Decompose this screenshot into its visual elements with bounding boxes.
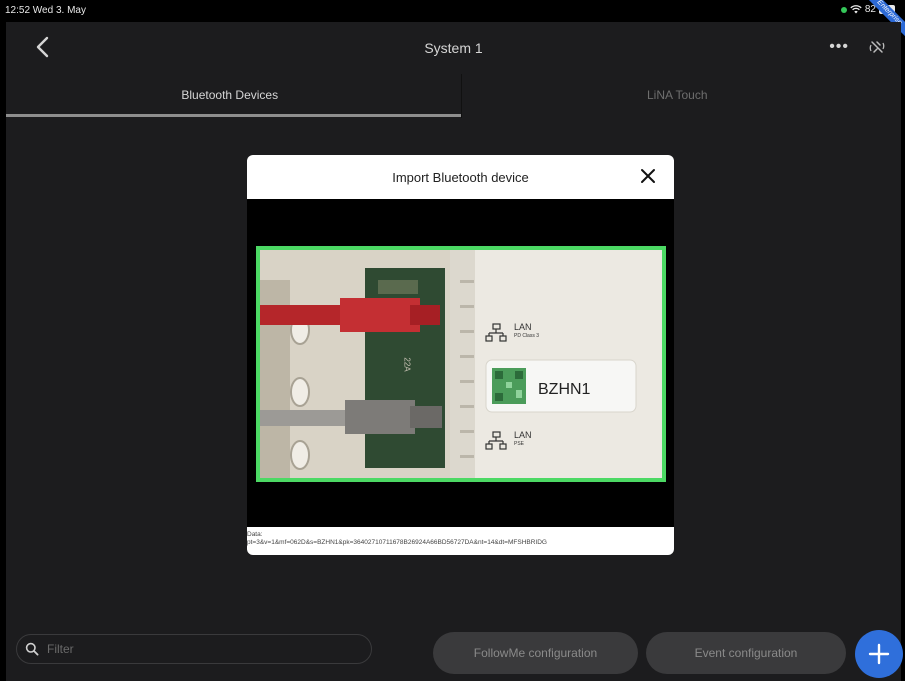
add-device-button[interactable]: [855, 630, 903, 678]
search-icon: [25, 642, 39, 656]
tab-divider: [461, 74, 462, 118]
filter-input[interactable]: [47, 635, 357, 663]
import-bluetooth-dialog: Import Bluetooth device BZHN1 LAN PD Cla…: [247, 155, 674, 555]
tab-bluetooth-devices[interactable]: Bluetooth Devices: [6, 74, 454, 118]
screen: 12:52 Wed 3. May 82 Enterprise System 1 …: [0, 0, 905, 681]
lan-port-label-bottom: LAN: [514, 430, 532, 440]
active-tab-indicator: [6, 114, 461, 117]
bottom-toolbar: FollowMe configuration Event configurati…: [6, 617, 903, 681]
status-bar: 12:52 Wed 3. May 82 Enterprise: [0, 0, 905, 38]
scan-data-text: Data: pt=3&v=1&mf=062D&s=BZHN1&pk=364027…: [247, 527, 674, 555]
dialog-title: Import Bluetooth device: [392, 170, 529, 185]
status-time: 12:52 Wed 3. May: [5, 5, 86, 16]
close-icon[interactable]: [640, 168, 656, 184]
page-title: System 1: [424, 40, 483, 56]
camera-preview: BZHN1 LAN PD Class 3 LAN PSE 22A: [247, 199, 674, 527]
status-dot-icon: [840, 6, 847, 13]
scan-data-value: pt=3&v=1&mf=062D&s=BZHN1&pk=364027107116…: [247, 539, 547, 546]
device-label-text: BZHN1: [538, 381, 591, 398]
board-marking: 22A: [402, 357, 412, 372]
filter-field: [16, 634, 372, 664]
navigation-bar: System 1 •••: [6, 22, 901, 74]
lan-port-label-top: LAN: [514, 322, 532, 332]
wifi-icon: [850, 5, 862, 14]
tab-lina-touch[interactable]: LiNA Touch: [454, 74, 902, 118]
followme-configuration-button[interactable]: FollowMe configuration: [433, 632, 638, 674]
camera-image: [260, 250, 662, 478]
scan-data-label: Data:: [247, 531, 263, 538]
tab-bar: Bluetooth Devices LiNA Touch: [6, 74, 901, 118]
lan-port-sublabel-bottom: PSE: [514, 441, 525, 447]
bluetooth-off-icon[interactable]: [869, 38, 885, 56]
lan-port-sublabel-top: PD Class 3: [514, 333, 540, 339]
dialog-header: Import Bluetooth device: [247, 155, 674, 199]
event-configuration-button[interactable]: Event configuration: [646, 632, 846, 674]
scan-frame: BZHN1 LAN PD Class 3 LAN PSE 22A: [256, 246, 666, 482]
more-options-button[interactable]: •••: [829, 38, 849, 56]
plus-icon: [868, 643, 890, 665]
